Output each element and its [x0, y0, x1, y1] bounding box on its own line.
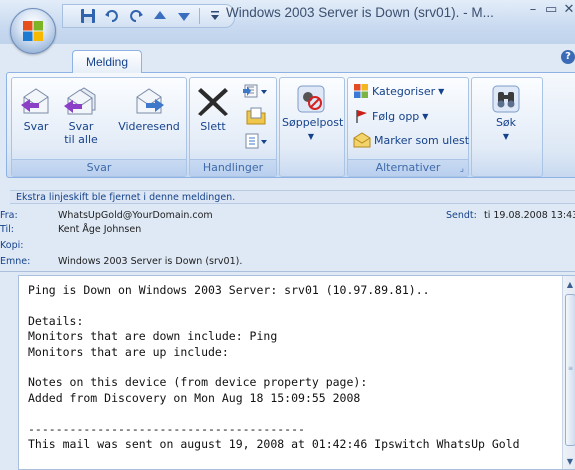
info-bar[interactable]: Ekstra linjeskift ble fjernet i denne me… [10, 190, 575, 204]
to-label: Til: [0, 224, 14, 235]
help-icon[interactable]: ? [561, 50, 575, 64]
find-dropdown-icon: ▼ [502, 132, 510, 141]
categorize-dropdown-icon: ▼ [438, 86, 445, 96]
block-sender-icon [297, 85, 325, 113]
forward-label: Videresend [118, 120, 180, 133]
from-value[interactable]: WhatsUpGold@YourDomain.com [58, 210, 213, 221]
forward-icon [136, 88, 164, 114]
group-svar: Svar Svar til alle Videresend Svar [11, 77, 187, 177]
mark-unread-button[interactable]: Marker som ulest [353, 132, 469, 148]
tab-melding[interactable]: Melding [72, 50, 142, 73]
scrollbar-thumb[interactable]: ≡ [565, 294, 575, 446]
qat-separator [199, 8, 200, 24]
header-divider [0, 271, 575, 272]
scrollbar-grip-icon: ≡ [568, 365, 574, 372]
office-button[interactable] [10, 8, 56, 54]
delete-label: Slett [200, 120, 226, 133]
mark-unread-label: Marker som ulest [374, 133, 470, 147]
binoculars-icon [492, 85, 520, 113]
scroll-down-icon[interactable]: ▼ [563, 456, 575, 468]
reply-all-button[interactable]: Svar til alle [58, 84, 104, 146]
group-alternativer: Kategoriser ▼ Følg opp ▼ Marker som ules… [347, 77, 469, 177]
next-item-icon[interactable] [175, 7, 193, 25]
subject-label: Emne: [0, 256, 31, 267]
close-button[interactable]: ✕ [563, 2, 575, 17]
group-label-alternativer: Alternativer [348, 159, 468, 176]
rules-button[interactable] [242, 106, 270, 129]
scroll-up-icon[interactable]: ▲ [563, 279, 575, 291]
to-row: Til: Kent Åge Johnsen [0, 224, 575, 237]
move-to-folder-icon [243, 84, 267, 98]
customize-qat-icon[interactable] [206, 7, 224, 25]
subject-value: Windows 2003 Server is Down (srv01). [58, 256, 243, 267]
minimize-button[interactable]: – [527, 2, 539, 17]
move-to-folder-button[interactable] [242, 82, 270, 103]
junk-dropdown-icon: ▼ [307, 132, 315, 141]
from-row: Fra: WhatsUpGold@YourDomain.com Sendt: t… [0, 210, 575, 223]
ribbon: Svar Svar til alle Videresend Svar Slett… [6, 72, 575, 178]
group-find: Søk ▼ [471, 77, 543, 177]
redo-icon[interactable] [127, 7, 145, 25]
reply-icon [21, 88, 49, 114]
follow-up-flag-icon [356, 110, 367, 123]
group-label-svar: Svar [12, 159, 186, 176]
reply-all-icon [64, 87, 96, 115]
from-label: Fra: [0, 210, 18, 221]
reply-all-label-2: til alle [64, 133, 98, 146]
sent-label: Sendt: [446, 210, 477, 221]
follow-up-button[interactable]: Følg opp ▼ [353, 108, 428, 124]
message-body[interactable]: Ping is Down on Windows 2003 Server: srv… [18, 275, 575, 470]
junk-label: Søppelpost [282, 116, 344, 129]
rules-icon [246, 107, 266, 125]
maximize-button[interactable]: ▭ [545, 2, 557, 17]
follow-up-dropdown-icon: ▼ [422, 111, 429, 121]
group-junk: Søppelpost ▼ [279, 77, 345, 177]
title-bar: Windows 2003 Server is Down (srv01). - M… [0, 0, 575, 44]
categorize-button[interactable]: Kategoriser ▼ [353, 83, 444, 99]
undo-icon[interactable] [103, 7, 121, 25]
delete-button[interactable]: Slett [192, 84, 234, 133]
junk-button[interactable]: Søppelpost ▼ [282, 84, 344, 143]
reply-all-label-1: Svar [68, 120, 94, 133]
group-label-handlinger: Handlinger [190, 159, 276, 176]
dialog-launcher-icon[interactable]: ⌟ [460, 164, 464, 174]
actions-icon [245, 133, 267, 149]
previous-item-icon[interactable] [151, 7, 169, 25]
cc-row: Kopi: [0, 240, 575, 253]
reply-label: Svar [23, 120, 49, 133]
window-title: Windows 2003 Server is Down (srv01). - M… [226, 5, 494, 20]
subject-row: Emne: Windows 2003 Server is Down (srv01… [0, 256, 575, 269]
to-value[interactable]: Kent Åge Johnsen [58, 224, 141, 235]
message-body-text: Ping is Down on Windows 2003 Server: srv… [28, 283, 520, 452]
find-button[interactable]: Søk ▼ [478, 84, 534, 143]
vertical-scrollbar[interactable]: ▲ ≡ ▼ [562, 276, 575, 469]
categorize-icon [354, 84, 368, 98]
find-label: Søk [495, 116, 517, 129]
quick-access-toolbar [62, 4, 235, 28]
group-handlinger: Slett Handlinger [189, 77, 277, 177]
window-controls: – ▭ ✕ [527, 2, 575, 17]
save-icon[interactable] [79, 7, 97, 25]
follow-up-label: Følg opp [372, 109, 420, 123]
delete-icon [198, 88, 228, 116]
sent-value: ti 19.08.2008 13:43 [484, 210, 575, 221]
mark-unread-icon [353, 132, 371, 148]
categorize-label: Kategoriser [372, 84, 436, 98]
reply-button[interactable]: Svar [16, 84, 56, 133]
office-logo-icon [23, 21, 43, 41]
cc-label: Kopi: [0, 240, 24, 251]
forward-button[interactable]: Videresend [116, 84, 182, 133]
actions-button[interactable] [242, 132, 270, 153]
